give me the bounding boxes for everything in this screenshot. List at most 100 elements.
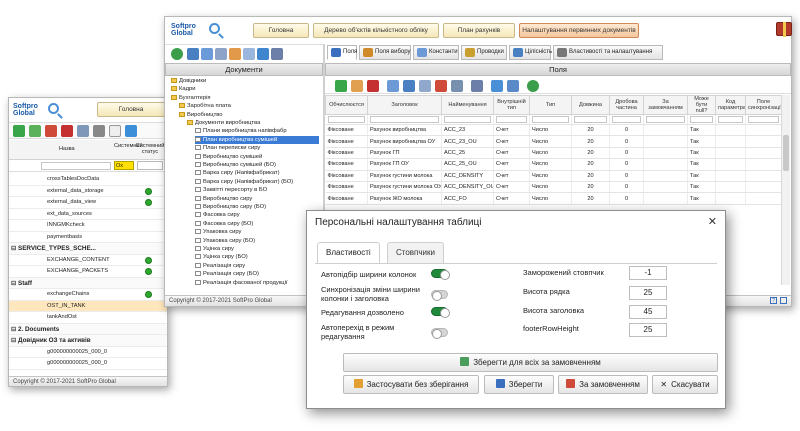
table-cell[interactable]: Счет: [493, 135, 530, 148]
column-header[interactable]: Довжина: [571, 95, 610, 115]
column-header[interactable]: Заголовок: [367, 95, 442, 115]
table-cell[interactable]: [643, 158, 688, 171]
table-cell[interactable]: Число: [529, 124, 572, 137]
table-cell[interactable]: ACC_25_OU: [441, 158, 494, 171]
table-cell[interactable]: [745, 170, 782, 182]
column-header[interactable]: Тип: [529, 95, 572, 115]
table-cell[interactable]: Так: [687, 124, 716, 137]
tree-item[interactable]: Упаковка сиру (БО): [195, 237, 255, 245]
list-item[interactable]: INNGMKcheck: [9, 220, 167, 232]
tree-folder[interactable]: Виробництво: [179, 111, 223, 119]
table-cell[interactable]: Фіксоване: [325, 135, 368, 148]
table-cell[interactable]: ACC_23: [441, 124, 494, 137]
table-cell[interactable]: Число: [529, 181, 572, 194]
table-cell[interactable]: Счет: [493, 181, 530, 194]
tab-5[interactable]: Властивості та налаштування: [553, 45, 663, 60]
group-row[interactable]: ⊟ Довідник ОЗ та активів: [9, 335, 167, 347]
table-cell[interactable]: Рахунок ГП: [367, 147, 442, 160]
tab-1[interactable]: Поля вибору: [359, 45, 411, 60]
import-icon[interactable]: [507, 80, 519, 92]
table-cell[interactable]: Так: [687, 158, 716, 171]
tools-icon[interactable]: [215, 48, 227, 60]
settings-icon[interactable]: [93, 125, 105, 137]
table-cell[interactable]: Число: [529, 135, 572, 148]
footer-row-height-input[interactable]: 25: [629, 323, 667, 337]
table-cell[interactable]: Так: [687, 135, 716, 148]
tab-4[interactable]: Цілісність: [509, 45, 552, 60]
export-icon[interactable]: [491, 80, 503, 92]
table-cell[interactable]: 20: [571, 147, 610, 160]
table-cell[interactable]: 0: [609, 158, 644, 171]
table-row[interactable]: Фіксоване Рахунок виробництва ACC_23 Счет Чи…: [325, 124, 782, 137]
find-next-icon[interactable]: [201, 48, 213, 60]
list-item[interactable]: paymentbasis: [9, 232, 167, 243]
delete-icon[interactable]: [61, 125, 73, 137]
json-icon[interactable]: [109, 125, 121, 137]
column-filter-input[interactable]: [367, 114, 442, 125]
name-filter-input[interactable]: [41, 162, 111, 170]
close-icon[interactable]: ✕: [708, 215, 717, 228]
tree-item[interactable]: Виробництво сиру (БО): [195, 203, 266, 211]
column-filter-input[interactable]: [325, 114, 368, 125]
table-cell[interactable]: Так: [687, 170, 716, 182]
table-cell[interactable]: Счет: [493, 192, 530, 205]
table-cell[interactable]: Число: [529, 158, 572, 171]
tab-2[interactable]: Константи: [413, 45, 459, 60]
collapse-icon[interactable]: ⊟: [11, 324, 16, 335]
group-row[interactable]: ⊟ Staff: [9, 277, 167, 289]
editing-toggle[interactable]: [431, 307, 450, 318]
filter-icon[interactable]: [77, 125, 89, 137]
table-cell[interactable]: [745, 192, 782, 205]
column-header[interactable]: Код параметра: [715, 95, 746, 115]
tree-item[interactable]: Реалізація сиру (БО): [195, 270, 259, 278]
add-icon[interactable]: [335, 80, 347, 92]
tree-item[interactable]: Фасовка сиру (БО): [195, 220, 253, 228]
network-icon[interactable]: [471, 80, 483, 92]
list-item[interactable]: tankAndOst: [9, 312, 167, 324]
table-cell[interactable]: Рахунок виробництва: [367, 124, 442, 137]
table-cell[interactable]: Фіксоване: [325, 181, 368, 194]
table-cell[interactable]: [643, 124, 688, 137]
table-cell[interactable]: 0: [609, 124, 644, 137]
tree-item[interactable]: Виробництво сумішей: [195, 153, 262, 161]
table-cell[interactable]: 0: [609, 192, 644, 205]
table-cell[interactable]: Счет: [493, 158, 530, 171]
tree-item[interactable]: План переписки сиру: [195, 144, 260, 152]
nav-document-settings[interactable]: Налаштування первинних документів: [519, 23, 639, 38]
tree-item[interactable]: Упаковка сиру: [195, 228, 241, 236]
table-cell[interactable]: Рахунок густини молока ОУ: [367, 181, 442, 194]
tree-item[interactable]: Заквітті пересорту в БО: [195, 186, 267, 194]
group-row[interactable]: ⊟ 2. Documents: [9, 323, 167, 335]
table-cell[interactable]: [643, 181, 688, 194]
table-cell[interactable]: 0: [609, 181, 644, 194]
frozen-column-input[interactable]: -1: [629, 266, 667, 280]
tree-item[interactable]: Реалізація фасованої продукції: [195, 279, 288, 287]
row-height-input[interactable]: 25: [629, 286, 667, 300]
edit-icon[interactable]: [45, 125, 57, 137]
table-cell[interactable]: [715, 147, 746, 160]
column-filter-input[interactable]: [609, 114, 644, 125]
table-cell[interactable]: Фіксоване: [325, 124, 368, 137]
table-cell[interactable]: [745, 147, 782, 160]
table-row[interactable]: Фіксоване Рахунок ЖО молока ACC_FO Счет Числ…: [325, 192, 782, 205]
grid-scrollbar[interactable]: [781, 95, 790, 285]
table-cell[interactable]: 20: [571, 181, 610, 194]
table-cell[interactable]: Счет: [493, 147, 530, 160]
column-filter-input[interactable]: [745, 114, 782, 125]
table-cell[interactable]: 20: [571, 135, 610, 148]
nav-object-tree[interactable]: Дерево об'єктів кількістного обліку: [313, 23, 439, 38]
list-item[interactable]: exchangeChains: [9, 289, 167, 301]
delete-icon[interactable]: [367, 80, 379, 92]
table-cell[interactable]: 0: [609, 135, 644, 148]
search-icon[interactable]: [187, 48, 199, 60]
tab-0[interactable]: Поля: [327, 45, 357, 60]
table-cell[interactable]: Рахунок ЖО молока: [367, 192, 442, 205]
table-cell[interactable]: [643, 135, 688, 148]
column-filter-input[interactable]: [643, 114, 688, 125]
add-child-icon[interactable]: [29, 125, 41, 137]
sync-width-toggle[interactable]: [431, 290, 448, 301]
tree-folder[interactable]: Заробітна плата: [179, 102, 231, 110]
tree-item[interactable]: План виробництва сумішей: [195, 135, 319, 145]
table-cell[interactable]: Фіксоване: [325, 170, 368, 182]
table-cell[interactable]: 20: [571, 170, 610, 182]
